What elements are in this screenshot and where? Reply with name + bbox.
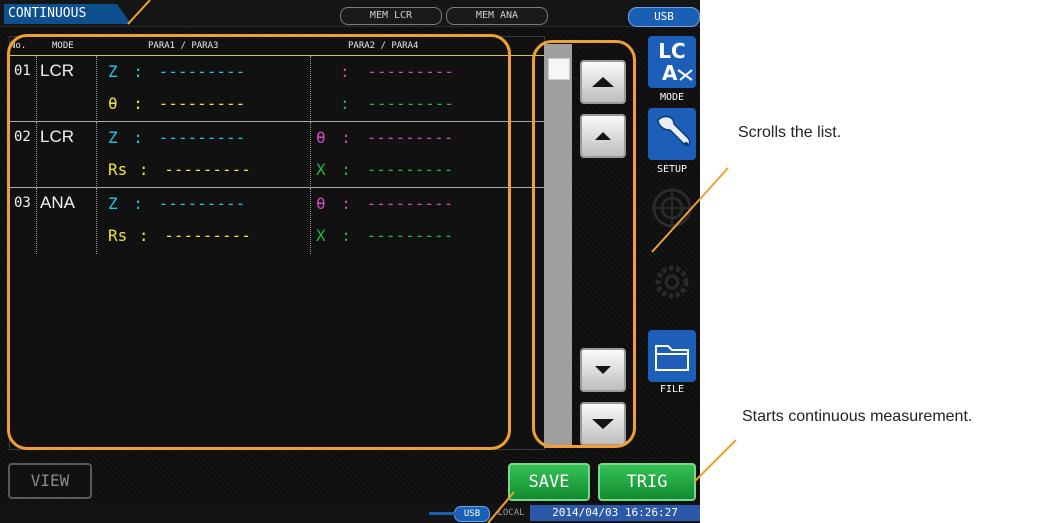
trig-annotation: Starts continuous measurement. [742,408,973,425]
scroll-annotation: Scrolls the list. [738,124,842,141]
annotation-lines [127,0,737,523]
